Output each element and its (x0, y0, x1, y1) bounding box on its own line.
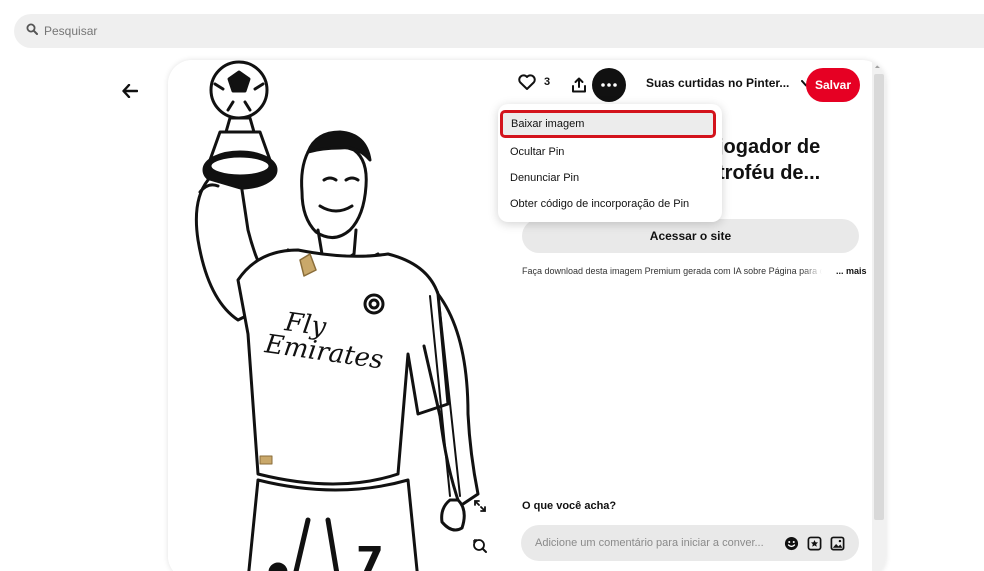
pin-image[interactable]: Fly Emirates 7 (168, 60, 498, 571)
menu-item-embed-code[interactable]: Obter código de incorporação de Pin (510, 198, 689, 210)
pin-actions: 3 Suas curtidas no Pinter... Salvar (518, 68, 868, 104)
comment-input[interactable] (535, 537, 775, 549)
visual-search-icon[interactable] (470, 536, 490, 556)
share-button[interactable] (568, 74, 590, 96)
comment-box (521, 525, 859, 561)
share-icon (572, 77, 586, 93)
emoji-icon (784, 536, 798, 550)
like-count: 3 (544, 76, 551, 88)
more-options-menu: Baixar imagem Ocultar Pin Denunciar Pin … (498, 104, 722, 222)
heart-icon (518, 74, 536, 90)
like-button[interactable]: 3 (518, 74, 550, 90)
sticker-icon (807, 536, 821, 550)
board-name: Suas curtidas no Pinter... (646, 76, 790, 90)
pin-description: Faça download desta imagem Premium gerad… (522, 266, 822, 276)
more-link[interactable]: ... mais (836, 266, 867, 276)
player-illustration: Fly Emirates 7 (194, 60, 480, 571)
scrollbar[interactable] (872, 60, 886, 571)
back-arrow-icon (122, 84, 138, 98)
back-button[interactable] (118, 80, 142, 102)
comment-heading: O que você acha? (522, 500, 617, 512)
svg-text:7: 7 (356, 539, 384, 571)
image-button[interactable] (829, 535, 845, 551)
menu-item-download-image[interactable]: Baixar imagem (500, 110, 716, 138)
visit-site-button[interactable]: Acessar o site (522, 219, 859, 253)
scroll-up-arrow[interactable] (875, 63, 883, 68)
save-button[interactable]: Salvar (806, 68, 860, 102)
search-bar[interactable] (14, 14, 984, 48)
expand-icon[interactable] (470, 496, 490, 516)
description-fade (802, 264, 822, 278)
menu-item-hide-pin[interactable]: Ocultar Pin (510, 146, 564, 158)
search-input[interactable] (44, 24, 944, 38)
board-select[interactable]: Suas curtidas no Pinter... (646, 76, 812, 90)
sticker-button[interactable] (806, 535, 822, 551)
more-options-button[interactable] (592, 68, 626, 102)
scrollbar-thumb[interactable] (874, 74, 884, 520)
emoji-button[interactable] (783, 535, 799, 551)
more-icon (601, 83, 617, 87)
search-icon (26, 22, 38, 40)
image-icon (830, 536, 844, 550)
menu-item-report-pin[interactable]: Denunciar Pin (510, 172, 579, 184)
